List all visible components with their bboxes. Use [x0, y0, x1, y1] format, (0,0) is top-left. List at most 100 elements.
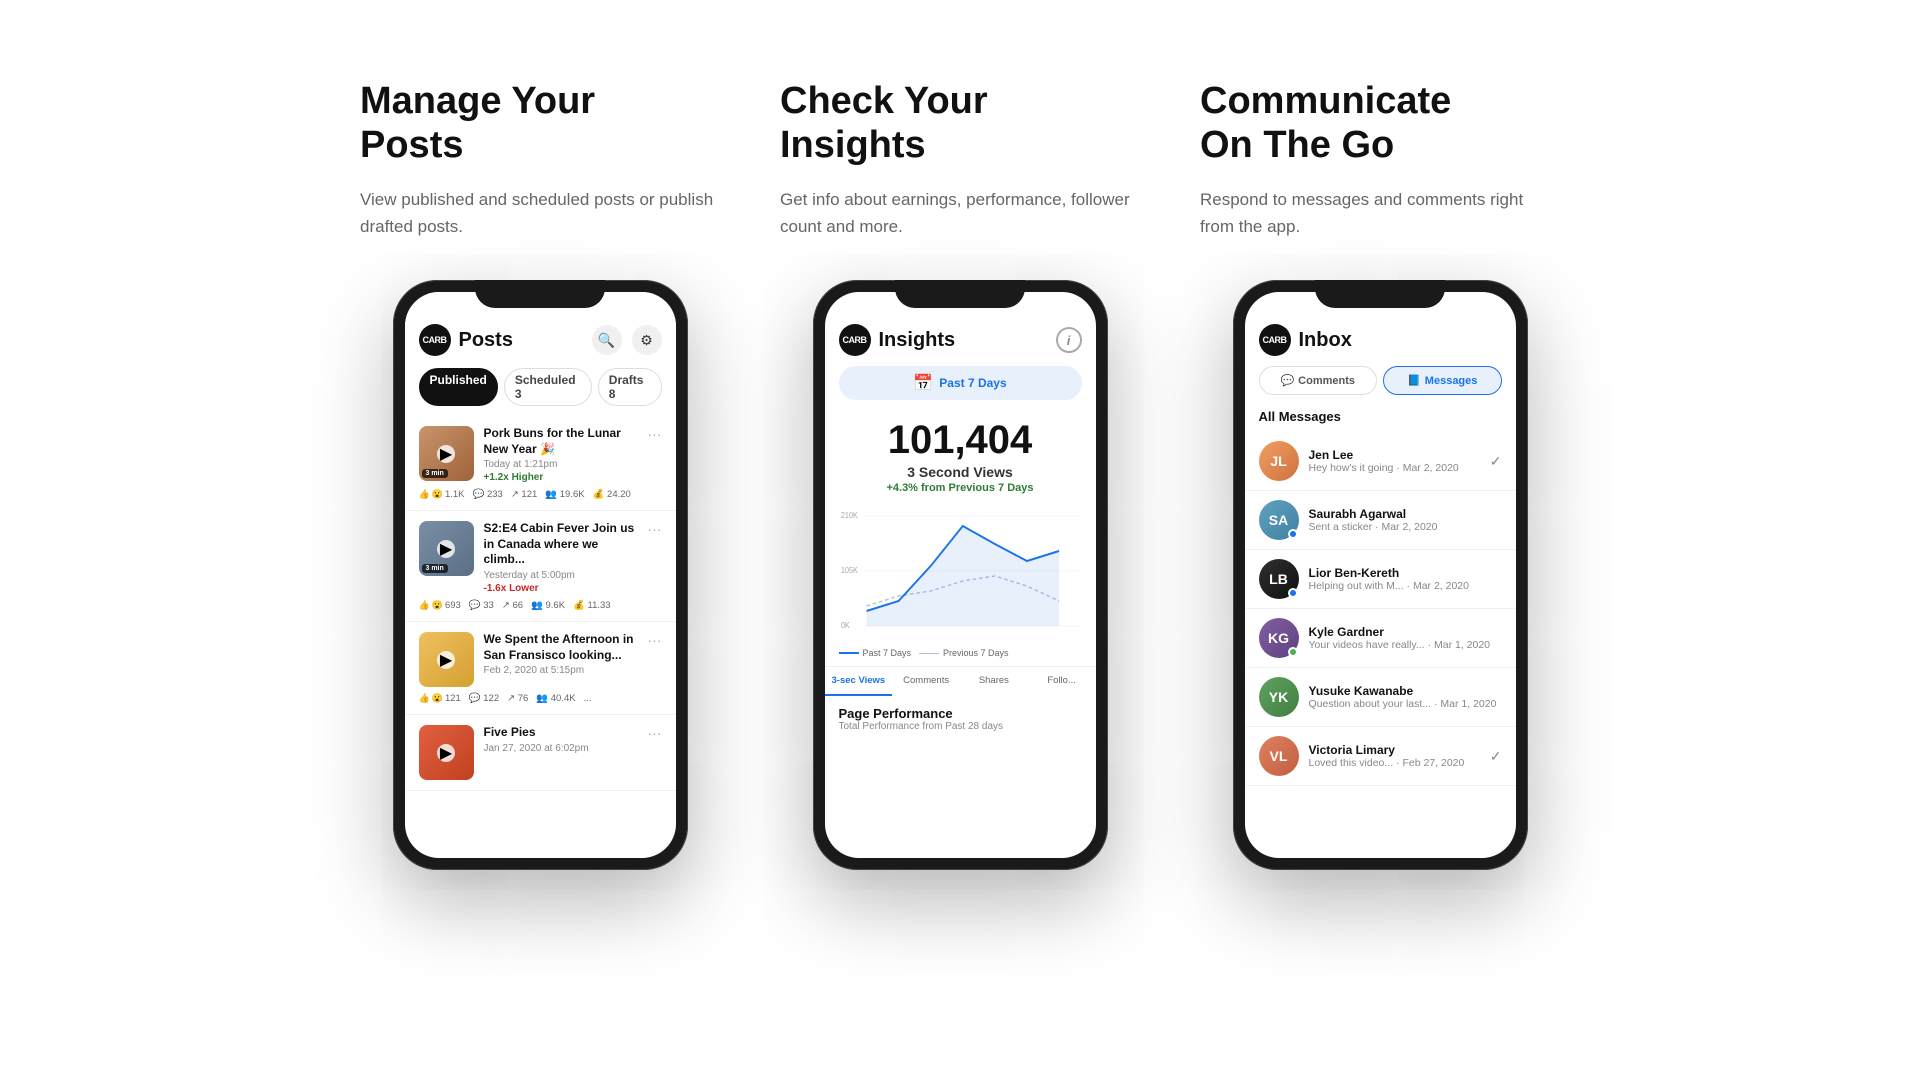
msg-content-3: Lior Ben-Kereth Helping out with M... · …: [1309, 566, 1502, 592]
post-item-3[interactable]: ▶ We Spent the Afternoon in San Fransisc…: [405, 622, 676, 715]
insights-phone: CARB Insights i 📅 Past 7 Days 10: [813, 280, 1108, 870]
posts-icons: 🔍 ⚙: [592, 325, 662, 355]
msg-name-6: Victoria Limary: [1309, 743, 1480, 757]
big-change: +4.3% from Previous 7 Days: [839, 482, 1082, 494]
post-dots-2[interactable]: ···: [648, 521, 662, 537]
earnings-1: 💰 24.20: [593, 489, 631, 500]
msg-preview-4: Your videos have really... · Mar 1, 2020: [1309, 639, 1502, 651]
carb-logo-insights: CARB: [839, 324, 871, 356]
posts-logo-area: CARB Posts: [419, 324, 513, 356]
reactions-3: 👍😮 121: [419, 693, 461, 704]
check-insights-title: Check Your Insights: [780, 80, 1140, 167]
reach-1: 👥 19.6K: [545, 489, 584, 500]
msg-name-2: Saurabh Agarwal: [1309, 507, 1502, 521]
online-dot-4: [1288, 647, 1298, 657]
insights-phone-container: CARB Insights i 📅 Past 7 Days 10: [780, 280, 1140, 870]
post-item-1[interactable]: ▶ 3 min Pork Buns for the Lunar New Year…: [405, 416, 676, 511]
calendar-icon: 📅: [913, 373, 933, 393]
column-communicate: Communicate On The Go Respond to message…: [1200, 80, 1560, 870]
inbox-phone-container: CARB Inbox 💬 Comments 📘: [1200, 280, 1560, 870]
page-perf-section: Page Performance Total Performance from …: [825, 696, 1096, 736]
inbox-logo-area: CARB Inbox: [1259, 324, 1352, 356]
post-info-2: S2:E4 Cabin Fever Join us in Canada wher…: [484, 521, 638, 594]
inbox-tabs: 💬 Comments 📘 Messages: [1245, 366, 1516, 405]
avatar-saurabh: SA: [1259, 500, 1299, 540]
inbox-screen-title: Inbox: [1299, 329, 1352, 352]
column-manage-posts: Manage Your Posts View published and sch…: [360, 80, 720, 870]
post-item-2[interactable]: ▶ 3 min S2:E4 Cabin Fever Join us in Can…: [405, 511, 676, 622]
post-date-3: Feb 2, 2020 at 5:15pm: [484, 665, 638, 676]
msg-preview-3: Helping out with M... · Mar 2, 2020: [1309, 580, 1502, 592]
messages-tab-label: Messages: [1425, 375, 1478, 387]
feature-columns: Manage Your Posts View published and sch…: [360, 80, 1560, 870]
legend-label-current: Past 7 Days: [863, 648, 912, 658]
post-stats-2: 👍😮 693 💬 33 ↗ 66 👥 9.6K 💰 11.33: [419, 600, 662, 611]
info-button[interactable]: i: [1056, 327, 1082, 353]
play-icon-2: ▶: [437, 540, 455, 558]
msg-check-6: ✓: [1490, 748, 1502, 765]
msg-content-4: Kyle Gardner Your videos have really... …: [1309, 625, 1502, 651]
comments-3: 💬 122: [469, 693, 499, 704]
tab-followers[interactable]: Follo...: [1028, 667, 1096, 696]
manage-posts-desc: View published and scheduled posts or pu…: [360, 187, 720, 240]
phone-notch-2: [895, 280, 1025, 308]
more-3: ...: [584, 693, 592, 704]
comments-1: 💬 233: [472, 489, 502, 500]
post-dots-1[interactable]: ···: [648, 426, 662, 442]
play-icon-4: ▶: [437, 744, 455, 762]
post-dots-4[interactable]: ···: [648, 725, 662, 741]
avatar-victoria: VL: [1259, 736, 1299, 776]
message-item-4[interactable]: KG Kyle Gardner Your videos have really.…: [1245, 609, 1516, 668]
inbox-phone-inner: CARB Inbox 💬 Comments 📘: [1245, 292, 1516, 858]
msg-content-1: Jen Lee Hey how's it going · Mar 2, 2020: [1309, 448, 1480, 474]
msg-preview-1: Hey how's it going · Mar 2, 2020: [1309, 462, 1480, 474]
legend-label-previous: Previous 7 Days: [943, 648, 1009, 658]
post-stats-1: 👍😮 1.1K 💬 233 ↗ 121 👥 19.6K 💰 24.20: [419, 489, 662, 500]
post-info-3: We Spent the Afternoon in San Fransisco …: [484, 632, 638, 678]
messages-icon: 📘: [1407, 374, 1421, 387]
tab-shares[interactable]: Shares: [960, 667, 1028, 696]
chart-legend: Past 7 Days Previous 7 Days: [825, 644, 1096, 662]
tab-comments[interactable]: Comments: [892, 667, 960, 696]
tab-scheduled[interactable]: Scheduled 3: [504, 368, 592, 406]
post-title-4: Five Pies: [484, 725, 638, 741]
tab-published[interactable]: Published: [419, 368, 498, 406]
tab-3sec-views[interactable]: 3-sec Views: [825, 667, 893, 696]
message-item-1[interactable]: JL Jen Lee Hey how's it going · Mar 2, 2…: [1245, 432, 1516, 491]
tab-comments[interactable]: 💬 Comments: [1259, 366, 1378, 395]
post-perf-1: +1.2x Higher: [484, 472, 638, 483]
page-perf-sub: Total Performance from Past 28 days: [839, 721, 1082, 732]
tab-drafts[interactable]: Drafts 8: [598, 368, 662, 406]
filter-icon[interactable]: ⚙: [632, 325, 662, 355]
insights-tabs: 3-sec Views Comments Shares Follo...: [825, 666, 1096, 696]
reach-3: 👥 40.4K: [536, 693, 575, 704]
msg-preview-6: Loved this video... · Feb 27, 2020: [1309, 757, 1480, 769]
post-perf-2: -1.6x Lower: [484, 583, 638, 594]
shares-3: ↗ 76: [507, 693, 528, 704]
column-check-insights: Check Your Insights Get info about earni…: [780, 80, 1140, 870]
tab-messages[interactable]: 📘 Messages: [1383, 366, 1502, 395]
phone-notch-3: [1315, 280, 1445, 308]
posts-phone-inner: CARB Posts 🔍 ⚙ Published Scheduled 3: [405, 292, 676, 858]
msg-name-1: Jen Lee: [1309, 448, 1480, 462]
msg-content-2: Saurabh Agarwal Sent a sticker · Mar 2, …: [1309, 507, 1502, 533]
post-item-4[interactable]: ▶ Five Pies Jan 27, 2020 at 6:02pm ···: [405, 715, 676, 791]
reactions-1: 👍😮 1.1K: [419, 489, 465, 500]
reactions-2: 👍😮 693: [419, 600, 461, 611]
message-item-5[interactable]: YK Yusuke Kawanabe Question about your l…: [1245, 668, 1516, 727]
message-item-2[interactable]: SA Saurabh Agarwal Sent a sticker · Mar …: [1245, 491, 1516, 550]
svg-text:210K: 210K: [840, 511, 858, 520]
duration-label-2: 3 min: [422, 564, 448, 573]
reach-2: 👥 9.6K: [531, 600, 565, 611]
post-main-4: ▶ Five Pies Jan 27, 2020 at 6:02pm ···: [419, 725, 662, 780]
post-dots-3[interactable]: ···: [648, 632, 662, 648]
legend-current: Past 7 Days: [839, 648, 912, 658]
date-selector[interactable]: 📅 Past 7 Days: [839, 366, 1082, 400]
post-main-2: ▶ 3 min S2:E4 Cabin Fever Join us in Can…: [419, 521, 662, 594]
message-item-3[interactable]: LB Lior Ben-Kereth Helping out with M...…: [1245, 550, 1516, 609]
post-thumb-1: ▶ 3 min: [419, 426, 474, 481]
search-icon[interactable]: 🔍: [592, 325, 622, 355]
carb-logo-inbox: CARB: [1259, 324, 1291, 356]
message-item-6[interactable]: VL Victoria Limary Loved this video... ·…: [1245, 727, 1516, 786]
duration-label-1: 3 min: [422, 469, 448, 478]
